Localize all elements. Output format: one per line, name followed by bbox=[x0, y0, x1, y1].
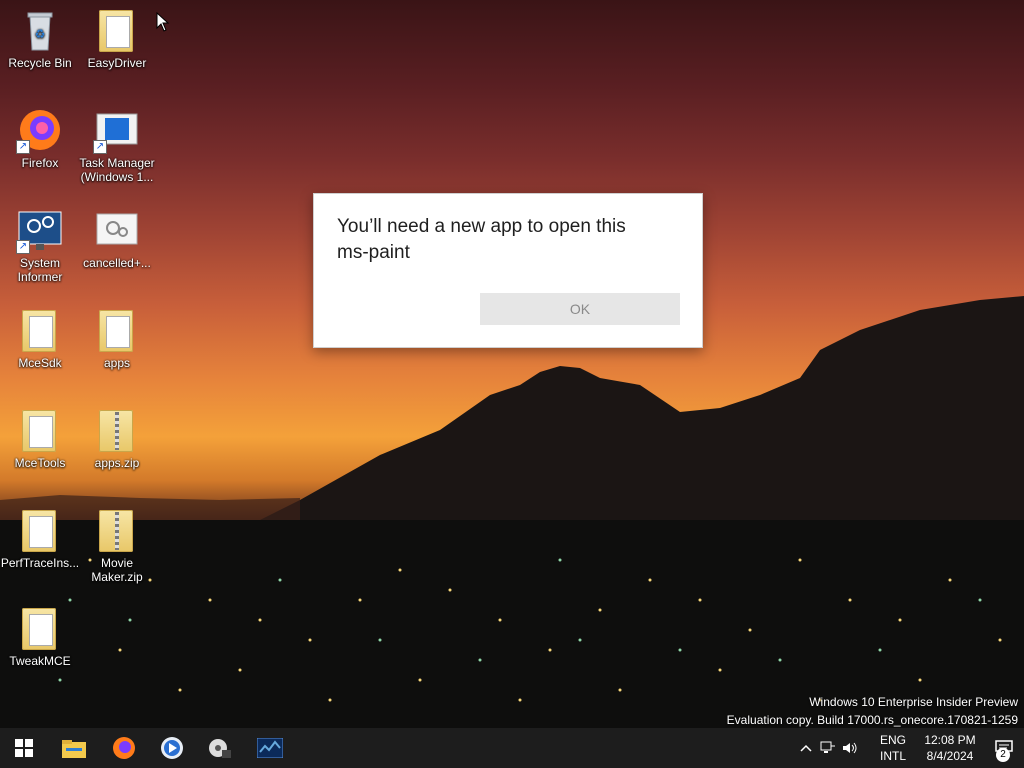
desktop-icon-task-manager[interactable]: ↗ Task Manager (Windows 1... bbox=[77, 106, 157, 184]
settings-file-icon bbox=[93, 206, 141, 254]
clock-time: 12:08 PM bbox=[924, 733, 976, 747]
task-manager-icon bbox=[257, 738, 283, 758]
shortcut-arrow-icon: ↗ bbox=[16, 240, 30, 254]
start-button[interactable] bbox=[0, 728, 48, 768]
chevron-up-icon bbox=[800, 744, 812, 752]
desktop-icon-mcetools[interactable]: MceTools bbox=[0, 406, 80, 470]
zip-folder-icon bbox=[93, 406, 141, 454]
speaker-icon bbox=[843, 742, 857, 754]
desktop-icon-mcesdk[interactable]: MceSdk bbox=[0, 306, 80, 370]
notification-count-badge: 2 bbox=[996, 748, 1010, 762]
dialog-message-line2: ms-paint bbox=[337, 242, 410, 263]
input-language-button[interactable]: ENG INTL bbox=[876, 732, 910, 764]
clock-button[interactable]: 12:08 PM 8/4/2024 bbox=[912, 732, 988, 764]
desktop-icon-easydriver[interactable]: EasyDriver bbox=[77, 6, 157, 70]
folder-icon bbox=[16, 306, 64, 354]
zip-folder-icon bbox=[93, 506, 141, 554]
folder-icon bbox=[93, 306, 141, 354]
taskbar: ENG INTL 12:08 PM 8/4/2024 2 bbox=[0, 728, 1024, 768]
desktop-icon-movie-maker-zip[interactable]: Movie Maker.zip bbox=[77, 506, 157, 584]
watermark-edition: Windows 10 Enterprise Insider Preview bbox=[809, 695, 1018, 709]
film-reel-icon bbox=[209, 739, 231, 758]
media-player-icon bbox=[161, 737, 183, 759]
firefox-icon: ↗ bbox=[16, 106, 64, 154]
desktop-icon-cancelled[interactable]: cancelled+... bbox=[77, 206, 157, 270]
shortcut-arrow-icon: ↗ bbox=[93, 140, 107, 154]
windows-watermark: Windows 10 Enterprise Insider Preview Ev… bbox=[727, 693, 1018, 729]
folder-icon bbox=[16, 406, 64, 454]
volume-button[interactable] bbox=[838, 728, 862, 768]
windows-logo-icon bbox=[15, 739, 33, 757]
desktop-icon-tweakmce[interactable]: TweakMCE bbox=[0, 604, 80, 668]
taskbar-task-manager[interactable] bbox=[246, 728, 294, 768]
dialog-message-line1: You’ll need a new app to open this bbox=[337, 216, 626, 237]
mouse-cursor-icon bbox=[156, 12, 170, 32]
folder-icon bbox=[16, 506, 64, 554]
clock-date: 8/4/2024 bbox=[926, 749, 974, 763]
network-button[interactable] bbox=[816, 728, 840, 768]
dialog-message: You’ll need a new app to open this ms-pa… bbox=[337, 214, 687, 266]
system-tray: ENG INTL 12:08 PM 8/4/2024 2 bbox=[794, 728, 1024, 768]
folder-icon bbox=[16, 604, 64, 652]
open-with-dialog: You’ll need a new app to open this ms-pa… bbox=[313, 193, 703, 348]
network-icon bbox=[820, 741, 835, 753]
recycle-bin-icon: ♻ bbox=[16, 6, 64, 54]
watermark-build: Evaluation copy. Build 17000.rs_onecore.… bbox=[726, 713, 1018, 727]
taskbar-media-player[interactable] bbox=[148, 728, 196, 768]
desktop-icon-apps[interactable]: apps bbox=[77, 306, 157, 370]
desktop-icon-perftraceins[interactable]: PerfTraceIns... bbox=[0, 506, 80, 570]
shortcut-arrow-icon: ↗ bbox=[16, 140, 30, 154]
taskbar-file-explorer[interactable] bbox=[50, 728, 98, 768]
language-code: ENG bbox=[879, 733, 906, 747]
keyboard-layout: INTL bbox=[879, 749, 906, 763]
show-hidden-icons-button[interactable] bbox=[794, 728, 818, 768]
folder-icon bbox=[93, 6, 141, 54]
svg-text:♻: ♻ bbox=[35, 27, 46, 41]
task-manager-icon: ↗ bbox=[93, 106, 141, 154]
ok-button[interactable]: OK bbox=[480, 293, 680, 325]
desktop-icon-firefox[interactable]: ↗ Firefox bbox=[0, 106, 80, 170]
taskbar-movie-maker[interactable] bbox=[196, 728, 244, 768]
desktop-icon-system-informer[interactable]: ↗ System Informer bbox=[0, 206, 80, 284]
file-explorer-icon bbox=[62, 740, 86, 758]
taskbar-firefox[interactable] bbox=[100, 728, 148, 768]
system-informer-icon: ↗ bbox=[16, 206, 64, 254]
firefox-icon bbox=[113, 737, 135, 759]
desktop-icon-apps-zip[interactable]: apps.zip bbox=[77, 406, 157, 470]
desktop-icon-recycle-bin[interactable]: ♻ Recycle Bin bbox=[0, 6, 80, 70]
